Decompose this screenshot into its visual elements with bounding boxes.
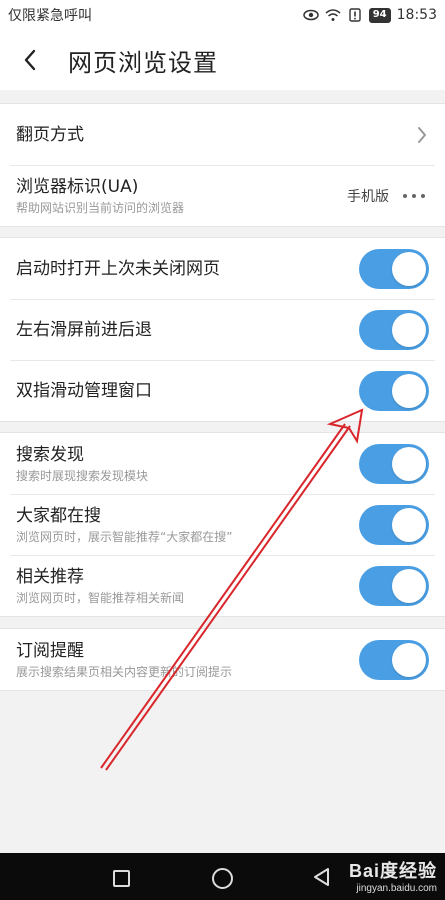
setting-row-related-recommendations: 相关推荐 浏览网页时，智能推荐相关新闻 <box>0 555 445 616</box>
setting-title: 双指滑动管理窗口 <box>16 380 152 401</box>
system-nav-bar: Bai度经验 jingyan.baidu.com <box>0 853 445 900</box>
setting-title: 订阅提醒 <box>16 640 84 661</box>
setting-row-swipe-navigation: 左右滑屏前进后退 <box>0 299 445 360</box>
back-button[interactable] <box>0 30 60 90</box>
eye-icon <box>302 9 319 21</box>
settings-section-subscriptions: 订阅提醒 展示搜索结果页相关内容更新的订阅提示 <box>0 628 445 691</box>
setting-subtitle: 浏览网页时，智能推荐相关新闻 <box>16 590 185 605</box>
setting-subtitle: 帮助网站识别当前访问的浏览器 <box>16 200 185 215</box>
setting-subtitle: 搜索时展现搜索发现模块 <box>16 468 149 483</box>
restore-tabs-toggle[interactable] <box>359 248 429 289</box>
setting-title: 大家都在搜 <box>16 505 101 526</box>
two-finger-windows-toggle[interactable] <box>359 370 429 411</box>
setting-title: 左右滑屏前进后退 <box>16 319 152 340</box>
watermark-url: jingyan.baidu.com <box>356 883 437 894</box>
app-header: 网页浏览设置 <box>0 30 445 90</box>
setting-subtitle: 展示搜索结果页相关内容更新的订阅提示 <box>16 664 233 679</box>
home-button[interactable] <box>212 868 233 889</box>
setting-title: 浏览器标识(UA) <box>16 176 139 197</box>
setting-subtitle: 浏览网页时，展示智能推荐“大家都在搜” <box>16 529 233 544</box>
sim-alert-icon <box>349 8 361 22</box>
page-title: 网页浏览设置 <box>68 48 218 77</box>
chevron-left-icon <box>24 49 36 71</box>
watermark-logo: Bai度经验 <box>348 861 437 881</box>
related-recommendations-toggle[interactable] <box>359 565 429 606</box>
setting-title: 启动时打开上次未关闭网页 <box>16 258 220 279</box>
setting-row-page-turn[interactable]: 翻页方式 <box>0 104 445 165</box>
watermark: Bai度经验 jingyan.baidu.com <box>349 857 437 894</box>
clock: 18:53 <box>396 7 437 23</box>
chevron-right-icon <box>418 126 426 143</box>
setting-row-search-discover: 搜索发现 搜索时展现搜索发现模块 <box>0 433 445 494</box>
settings-section-navigation: 启动时打开上次未关闭网页 左右滑屏前进后退 双指滑动管理窗口 <box>0 237 445 422</box>
setting-row-subscription-reminder: 订阅提醒 展示搜索结果页相关内容更新的订阅提示 <box>0 629 445 690</box>
search-discover-toggle[interactable] <box>359 443 429 484</box>
setting-row-restore-tabs: 启动时打开上次未关闭网页 <box>0 238 445 299</box>
setting-title: 搜索发现 <box>16 444 84 465</box>
back-triangle-icon[interactable] <box>312 867 332 887</box>
status-text: 仅限紧急呼叫 <box>8 8 92 24</box>
settings-section-paging: 翻页方式 浏览器标识(UA) 帮助网站识别当前访问的浏览器 手机版 <box>0 103 445 227</box>
setting-title: 翻页方式 <box>16 124 84 145</box>
subscription-reminder-toggle[interactable] <box>359 639 429 680</box>
settings-section-recommendations: 搜索发现 搜索时展现搜索发现模块 大家都在搜 浏览网页时，展示智能推荐“大家都在… <box>0 432 445 617</box>
battery-indicator: 94 <box>368 7 391 23</box>
more-icon[interactable] <box>403 193 425 198</box>
recent-apps-button[interactable] <box>113 870 130 887</box>
setting-value: 手机版 <box>347 188 389 205</box>
setting-title: 相关推荐 <box>16 566 84 587</box>
trending-searches-toggle[interactable] <box>359 504 429 545</box>
setting-row-user-agent[interactable]: 浏览器标识(UA) 帮助网站识别当前访问的浏览器 手机版 <box>0 165 445 226</box>
setting-row-trending-searches: 大家都在搜 浏览网页时，展示智能推荐“大家都在搜” <box>0 494 445 555</box>
swipe-navigation-toggle[interactable] <box>359 309 429 350</box>
wifi-icon <box>325 9 341 21</box>
setting-row-two-finger-windows: 双指滑动管理窗口 <box>0 360 445 421</box>
status-bar: 仅限紧急呼叫 94 18:53 <box>0 0 445 30</box>
